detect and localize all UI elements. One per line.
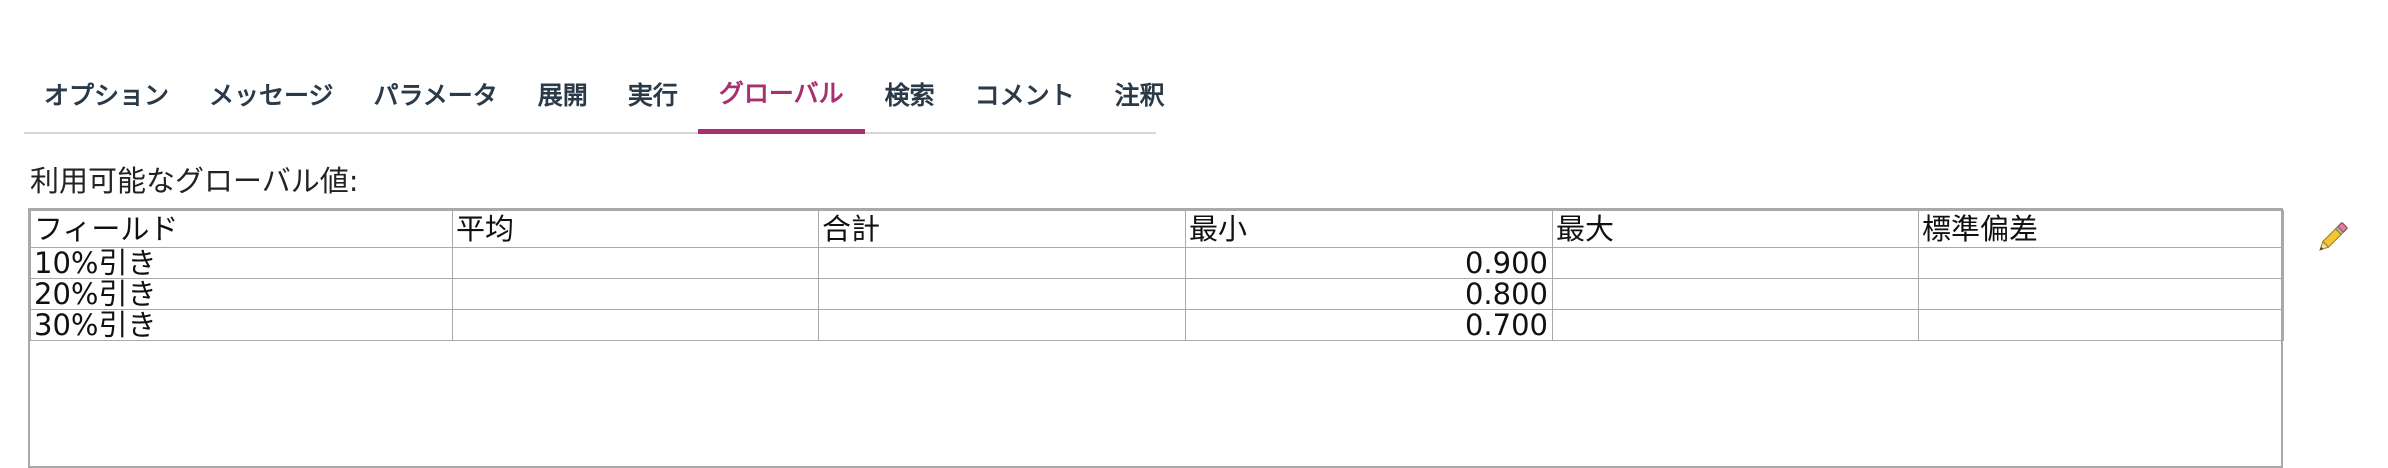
cell-sum <box>818 247 1186 279</box>
table-header-row: フィールド 平均 合計 最小 最大 標準偏差 <box>30 210 2284 248</box>
column-header-stddev[interactable]: 標準偏差 <box>1918 210 2284 248</box>
tab-options[interactable]: オプション <box>24 56 189 132</box>
cell-min: 0.900 <box>1185 247 1553 279</box>
cell-stddev <box>1918 309 2284 341</box>
globals-table-container[interactable]: フィールド 平均 合計 最小 最大 標準偏差 10%引き 0.900 20%引き <box>28 208 2284 468</box>
cell-sum <box>818 309 1186 341</box>
cell-field: 20%引き <box>30 278 453 310</box>
cell-sum <box>818 278 1186 310</box>
pencil-icon <box>2319 222 2348 251</box>
cell-max <box>1552 247 1919 279</box>
tab-globals[interactable]: グローバル <box>697 58 865 134</box>
tab-execute[interactable]: 実行 <box>608 56 698 132</box>
column-header-min[interactable]: 最小 <box>1185 210 1553 248</box>
cell-stddev <box>1918 278 2284 310</box>
cell-min: 0.800 <box>1185 278 1553 310</box>
edit-globals-button[interactable] <box>2312 218 2352 258</box>
cell-max <box>1552 309 1919 341</box>
cell-field: 30%引き <box>30 309 453 341</box>
globals-section-label: 利用可能なグローバル値: <box>30 164 359 198</box>
column-header-max[interactable]: 最大 <box>1552 210 1919 248</box>
cell-mean <box>452 247 819 279</box>
table-row[interactable]: 20%引き 0.800 <box>30 278 2284 310</box>
cell-stddev <box>1918 247 2284 279</box>
tab-bar: オプション メッセージ パラメータ 展開 実行 グローバル 検索 コメント 注釈 <box>24 56 1165 134</box>
column-header-mean[interactable]: 平均 <box>452 210 819 248</box>
tab-parameters[interactable]: パラメータ <box>354 56 518 132</box>
cell-max <box>1552 278 1919 310</box>
tab-search[interactable]: 検索 <box>865 56 955 132</box>
tab-deploy[interactable]: 展開 <box>518 56 608 132</box>
cell-mean <box>452 309 819 341</box>
table-row[interactable]: 30%引き 0.700 <box>30 309 2284 341</box>
cell-min: 0.700 <box>1185 309 1553 341</box>
table-row[interactable]: 10%引き 0.900 <box>30 247 2284 279</box>
cell-field: 10%引き <box>30 247 453 279</box>
cell-mean <box>452 278 819 310</box>
tab-comments[interactable]: コメント <box>955 56 1095 132</box>
tab-annotations[interactable]: 注釈 <box>1095 56 1185 132</box>
column-header-field[interactable]: フィールド <box>30 210 453 248</box>
column-header-sum[interactable]: 合計 <box>818 210 1186 248</box>
tab-messages[interactable]: メッセージ <box>189 56 354 132</box>
globals-table: フィールド 平均 合計 最小 最大 標準偏差 10%引き 0.900 20%引き <box>30 210 2284 341</box>
